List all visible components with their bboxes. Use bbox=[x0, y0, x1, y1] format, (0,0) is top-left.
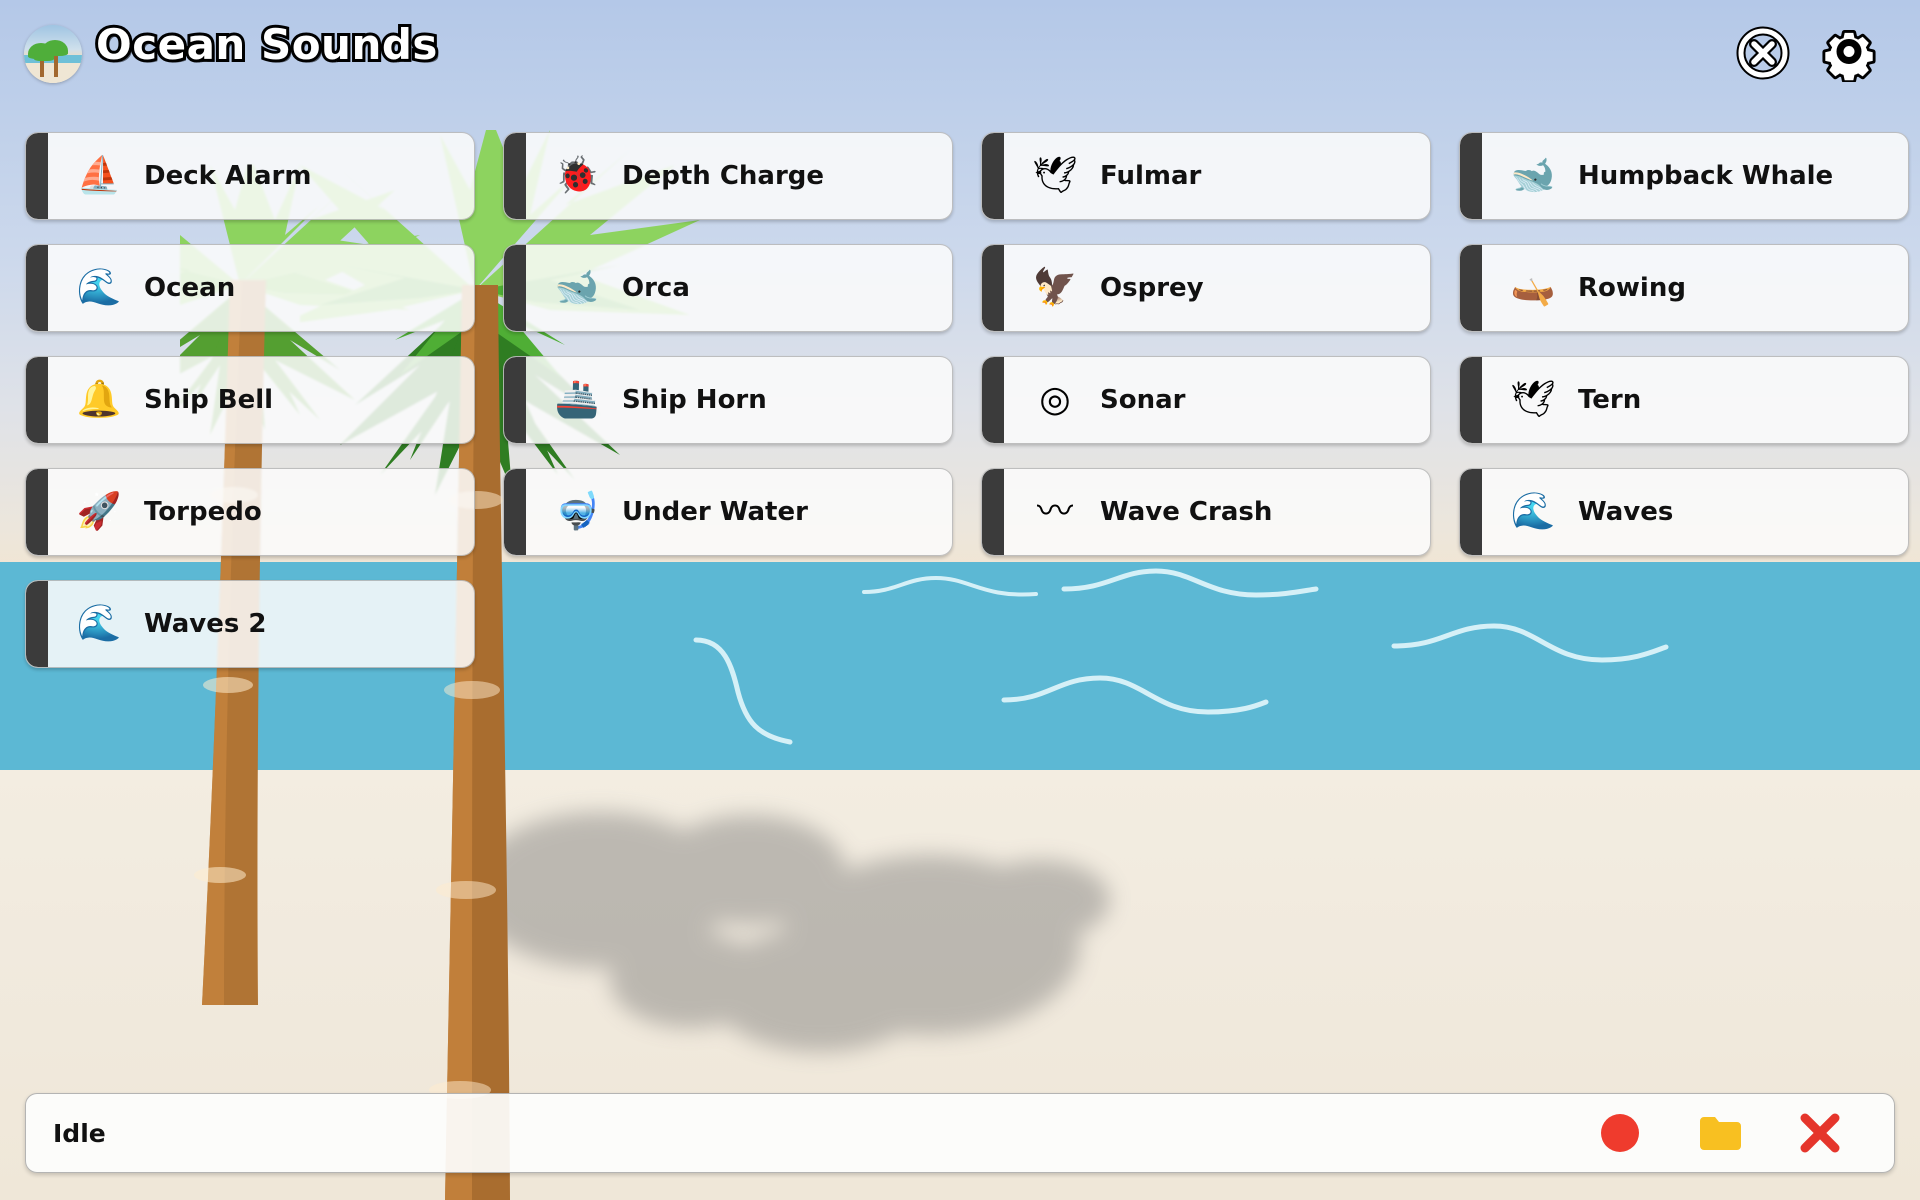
whale-icon: 🐋 bbox=[1510, 155, 1556, 196]
ocean-wave-icon: 🌊 bbox=[76, 267, 122, 308]
sailboat-icon: ⛵ bbox=[76, 155, 122, 196]
wave-crash-icon: 〰 bbox=[1036, 491, 1073, 532]
sound-button-label: Ocean bbox=[144, 273, 236, 303]
sound-button[interactable]: 🦅 Osprey bbox=[981, 244, 1431, 332]
sound-button-label: Sonar bbox=[1100, 385, 1186, 415]
sound-button-label: Rowing bbox=[1578, 273, 1686, 303]
sound-button[interactable]: 🔔 Ship Bell bbox=[25, 356, 475, 444]
title-bar: Ocean Sounds bbox=[0, 0, 1920, 108]
kayak-icon: 🛶 bbox=[1510, 267, 1556, 308]
sonar-icon: ◎ bbox=[1039, 379, 1071, 420]
open-folder-button[interactable] bbox=[1694, 1107, 1746, 1159]
sound-button-tab bbox=[504, 357, 526, 443]
sound-button-tab bbox=[1460, 133, 1482, 219]
sound-button-label: Depth Charge bbox=[622, 161, 825, 191]
orca-icon: 🐋 bbox=[554, 267, 600, 308]
sound-button-tab bbox=[26, 469, 48, 555]
sound-button-grid: ⛵ Deck Alarm 🐞 Depth Charge 🕊 Fulmar 🐋 Humpback… bbox=[25, 132, 1909, 668]
sound-button-tab bbox=[504, 133, 526, 219]
sound-button[interactable]: 🛶 Rowing bbox=[1459, 244, 1909, 332]
page-title: Ocean Sounds bbox=[93, 17, 440, 72]
sound-button[interactable]: 🐋 Orca bbox=[503, 244, 953, 332]
ocean-sounds-app: Ocean Sounds ⛵ Deck Alarm 🐞 Depth Charge… bbox=[0, 0, 1920, 1200]
sound-button[interactable]: 🕊 Tern bbox=[1459, 356, 1909, 444]
tern-bird-icon: 🕊 bbox=[1510, 379, 1556, 420]
stop-circle-x-icon[interactable] bbox=[1732, 22, 1794, 84]
sound-button-tab bbox=[26, 357, 48, 443]
status-text: Idle bbox=[53, 1118, 106, 1148]
sound-button-label: Tern bbox=[1578, 385, 1642, 415]
wave-decoration-icon bbox=[1001, 675, 1269, 715]
sound-button-tab bbox=[504, 245, 526, 331]
sound-button-tab bbox=[1460, 245, 1482, 331]
sound-button-tab bbox=[26, 581, 48, 667]
sound-button-tab bbox=[982, 469, 1004, 555]
sound-button-tab bbox=[1460, 469, 1482, 555]
sound-button[interactable]: 🐋 Humpback Whale bbox=[1459, 132, 1909, 220]
sound-button-tab bbox=[982, 133, 1004, 219]
sound-button[interactable]: 〰 Wave Crash bbox=[981, 468, 1431, 556]
sound-button-label: Ship Horn bbox=[622, 385, 767, 415]
sound-button-label: Under Water bbox=[622, 497, 808, 527]
sound-button[interactable]: 🐞 Depth Charge bbox=[503, 132, 953, 220]
sound-button-label: Orca bbox=[622, 273, 690, 303]
sound-button[interactable]: 🚢 Ship Horn bbox=[503, 356, 953, 444]
close-button[interactable] bbox=[1794, 1107, 1846, 1159]
status-bar: Idle bbox=[25, 1093, 1895, 1173]
ship-icon: 🚢 bbox=[554, 379, 600, 420]
sound-button-label: Osprey bbox=[1100, 273, 1204, 303]
seagull-icon: 🕊 bbox=[1032, 155, 1078, 196]
naval-mine-icon: 🐞 bbox=[554, 155, 600, 196]
record-button[interactable] bbox=[1594, 1107, 1646, 1159]
sound-button[interactable]: ⛵ Deck Alarm bbox=[25, 132, 475, 220]
sound-button[interactable]: 🌊 Waves 2 bbox=[25, 580, 475, 668]
sound-button-label: Waves bbox=[1578, 497, 1674, 527]
sound-button-tab bbox=[982, 357, 1004, 443]
sound-button[interactable]: 🤿 Under Water bbox=[503, 468, 953, 556]
beach-palm-icon bbox=[24, 25, 82, 83]
sound-button-tab bbox=[504, 469, 526, 555]
bell-icon: 🔔 bbox=[76, 379, 122, 420]
sound-button[interactable]: 🚀 Torpedo bbox=[25, 468, 475, 556]
gear-icon[interactable] bbox=[1818, 22, 1880, 84]
sound-button-label: Deck Alarm bbox=[144, 161, 312, 191]
waves-2-icon: 🌊 bbox=[76, 603, 122, 644]
torpedo-icon: 🚀 bbox=[76, 491, 122, 532]
status-bar-actions bbox=[1594, 1107, 1846, 1159]
sound-button-tab bbox=[982, 245, 1004, 331]
sound-button-label: Wave Crash bbox=[1100, 497, 1273, 527]
sound-button[interactable]: 🌊 Ocean bbox=[25, 244, 475, 332]
sound-button-label: Ship Bell bbox=[144, 385, 274, 415]
sound-button[interactable]: 🌊 Waves bbox=[1459, 468, 1909, 556]
eagle-icon: 🦅 bbox=[1032, 267, 1078, 308]
sound-button-tab bbox=[1460, 357, 1482, 443]
sound-button-label: Humpback Whale bbox=[1578, 161, 1834, 191]
diving-mask-icon: 🤿 bbox=[554, 491, 600, 532]
waves-icon: 🌊 bbox=[1510, 491, 1556, 532]
sound-button-tab bbox=[26, 133, 48, 219]
sound-button[interactable]: 🕊 Fulmar bbox=[981, 132, 1431, 220]
sound-button-label: Torpedo bbox=[144, 497, 262, 527]
sound-button-label: Fulmar bbox=[1100, 161, 1202, 191]
sound-button-label: Waves 2 bbox=[144, 609, 267, 639]
sound-button[interactable]: ◎ Sonar bbox=[981, 356, 1431, 444]
sound-button-tab bbox=[26, 245, 48, 331]
